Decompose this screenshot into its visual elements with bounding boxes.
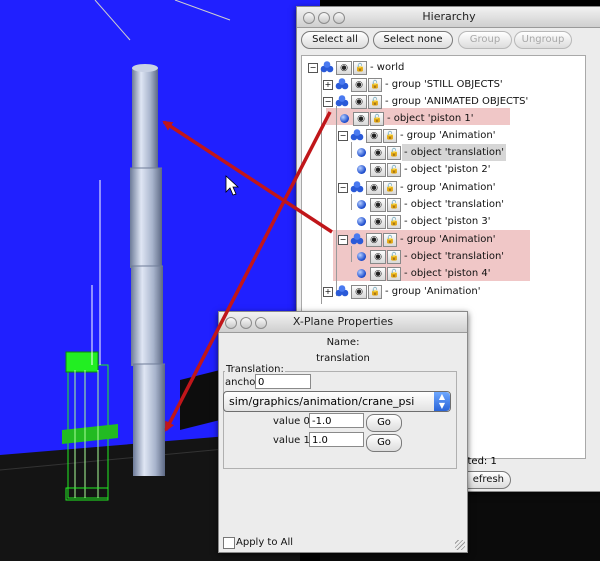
object-sphere-icon xyxy=(357,165,366,174)
tree-row-translation-4[interactable]: ◉ 🔓 - object 'translation' xyxy=(302,248,585,265)
tree-row-piston-1[interactable]: ◉ 🔓 - object 'piston 1' xyxy=(302,110,585,127)
eye-icon[interactable]: ◉ xyxy=(336,61,352,75)
object-sphere-icon xyxy=(357,269,366,278)
object-sphere-icon xyxy=(357,252,366,261)
eye-icon[interactable]: ◉ xyxy=(353,112,369,126)
resize-grip-icon[interactable] xyxy=(455,540,465,550)
xplane-properties-window[interactable]: X-Plane Properties Name: translation Tra… xyxy=(218,311,468,553)
tree-row-piston-4[interactable]: ◉ 🔓 - object 'piston 4' xyxy=(302,265,585,282)
group-molecule-icon xyxy=(350,129,364,141)
minimize-button[interactable] xyxy=(240,317,252,329)
ungroup-button[interactable]: Ungroup xyxy=(514,31,572,49)
lock-icon[interactable]: 🔓 xyxy=(383,129,397,143)
tree-row-still-objects[interactable]: + ◉ 🔓 - group 'STILL OBJECTS' xyxy=(302,76,585,93)
hierarchy-title: Hierarchy xyxy=(422,10,476,23)
object-sphere-icon xyxy=(340,114,349,123)
tree-row-translation-3[interactable]: ◉ 🔓 - object 'translation' xyxy=(302,196,585,213)
close-button[interactable] xyxy=(303,12,315,24)
eye-icon[interactable]: ◉ xyxy=(370,163,386,177)
close-button[interactable] xyxy=(225,317,237,329)
object-sphere-icon xyxy=(357,200,366,209)
apply-to-all-checkbox[interactable] xyxy=(223,537,235,549)
lock-icon[interactable]: 🔓 xyxy=(370,112,384,126)
eye-icon[interactable]: ◉ xyxy=(366,181,382,195)
object-sphere-icon xyxy=(357,217,366,226)
minimize-button[interactable] xyxy=(318,12,330,24)
eye-icon[interactable]: ◉ xyxy=(366,129,382,143)
zoom-button[interactable] xyxy=(333,12,345,24)
tree-row-animation-5[interactable]: + ◉ 🔓 - group 'Animation' xyxy=(302,283,585,300)
tree-row-animation-4[interactable]: − ◉ 🔓 - group 'Animation' xyxy=(302,231,585,248)
value0-label: value 0 xyxy=(273,416,310,427)
go-button-value0[interactable]: Go xyxy=(366,414,402,432)
eye-icon[interactable]: ◉ xyxy=(370,146,386,160)
value1-label: value 1 xyxy=(273,435,310,446)
eye-icon[interactable]: ◉ xyxy=(370,198,386,212)
group-molecule-icon xyxy=(350,181,364,193)
tree-row-world[interactable]: − ◉ 🔓 - world xyxy=(302,59,585,76)
lock-icon[interactable]: 🔓 xyxy=(368,95,382,109)
anchor-input[interactable]: 0 xyxy=(255,374,311,389)
tree-row-translation-2[interactable]: ◉ 🔓 - object 'translation' xyxy=(302,144,585,161)
tree-row-animated-objects[interactable]: − ◉ 🔓 - group 'ANIMATED OBJECTS' xyxy=(302,93,585,110)
eye-icon[interactable]: ◉ xyxy=(370,215,386,229)
group-molecule-icon xyxy=(320,61,334,73)
go-button-value1[interactable]: Go xyxy=(366,434,402,452)
lock-icon[interactable]: 🔓 xyxy=(387,163,401,177)
name-label: Name: xyxy=(326,337,360,348)
group-molecule-icon xyxy=(335,285,349,297)
lock-icon[interactable]: 🔓 xyxy=(387,267,401,281)
eye-icon[interactable]: ◉ xyxy=(370,267,386,281)
collapse-toggle[interactable]: − xyxy=(338,183,348,193)
lock-icon[interactable]: 🔓 xyxy=(387,146,401,160)
tree-row-piston-2[interactable]: ◉ 🔓 - object 'piston 2' xyxy=(302,161,585,178)
group-molecule-icon xyxy=(335,78,349,90)
value0-input[interactable]: -1.0 xyxy=(309,413,364,428)
tree-row-animation-3[interactable]: − ◉ 🔓 - group 'Animation' xyxy=(302,179,585,196)
select-arrows-icon: ▲ ▼ xyxy=(434,392,450,411)
dataref-select[interactable]: sim/graphics/animation/crane_psi ▲ ▼ xyxy=(223,391,451,412)
lock-icon[interactable]: 🔓 xyxy=(383,181,397,195)
properties-titlebar[interactable]: X-Plane Properties xyxy=(219,312,467,333)
tree-row-animation-2[interactable]: − ◉ 🔓 - group 'Animation' xyxy=(302,127,585,144)
select-none-button[interactable]: Select none xyxy=(373,31,453,49)
tree-row-piston-3[interactable]: ◉ 🔓 - object 'piston 3' xyxy=(302,213,585,230)
hierarchy-titlebar[interactable]: Hierarchy xyxy=(297,7,600,28)
eye-icon[interactable]: ◉ xyxy=(351,78,367,92)
lock-icon[interactable]: 🔓 xyxy=(387,250,401,264)
object-sphere-icon xyxy=(357,148,366,157)
name-value: translation xyxy=(316,353,370,364)
expand-toggle[interactable]: + xyxy=(323,287,333,297)
group-molecule-icon xyxy=(350,233,364,245)
group-button[interactable]: Group xyxy=(458,31,512,49)
group-molecule-icon xyxy=(335,95,349,107)
collapse-toggle[interactable]: − xyxy=(323,97,333,107)
lock-icon[interactable]: 🔓 xyxy=(353,61,367,75)
lock-icon[interactable]: 🔓 xyxy=(368,285,382,299)
select-all-button[interactable]: Select all xyxy=(301,31,369,49)
eye-icon[interactable]: ◉ xyxy=(366,233,382,247)
collapse-toggle[interactable]: − xyxy=(338,131,348,141)
lock-icon[interactable]: 🔓 xyxy=(387,215,401,229)
eye-icon[interactable]: ◉ xyxy=(351,285,367,299)
properties-title: X-Plane Properties xyxy=(292,315,394,328)
zoom-button[interactable] xyxy=(255,317,267,329)
lock-icon[interactable]: 🔓 xyxy=(368,78,382,92)
eye-icon[interactable]: ◉ xyxy=(351,95,367,109)
value1-input[interactable]: 1.0 xyxy=(309,432,364,447)
expand-toggle[interactable]: + xyxy=(323,80,333,90)
collapse-toggle[interactable]: − xyxy=(308,63,318,73)
eye-icon[interactable]: ◉ xyxy=(370,250,386,264)
lock-icon[interactable]: 🔓 xyxy=(387,198,401,212)
lock-icon[interactable]: 🔓 xyxy=(383,233,397,247)
collapse-toggle[interactable]: − xyxy=(338,235,348,245)
apply-to-all-label: Apply to All xyxy=(236,537,294,548)
